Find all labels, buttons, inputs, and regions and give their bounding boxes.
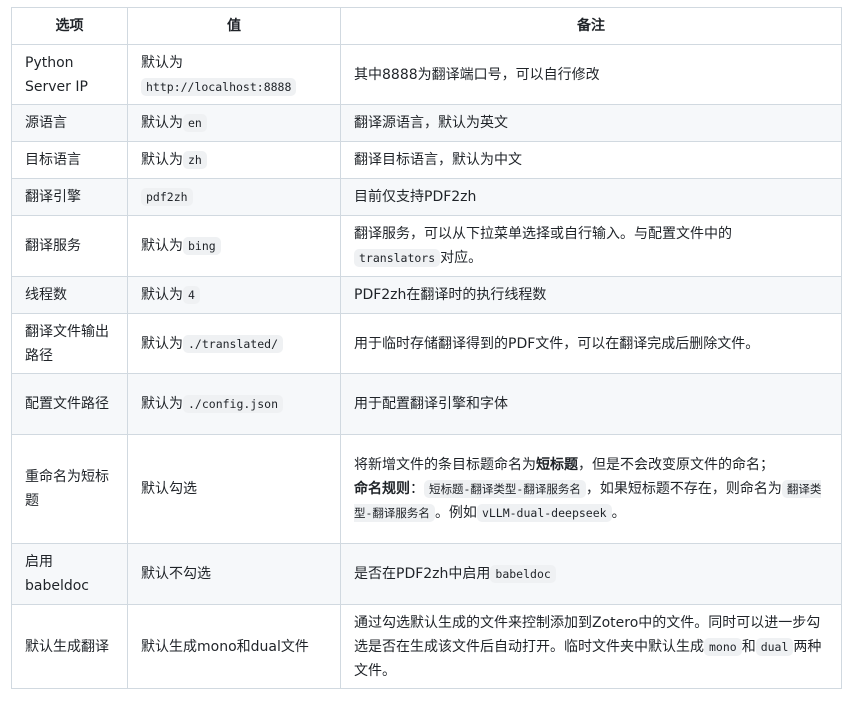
value-code: 4 xyxy=(183,286,200,304)
note-cell: 其中8888为翻译端口号，可以自行修改 xyxy=(340,44,842,105)
note-cell: 用于临时存储翻译得到的PDF文件，可以在翻译完成后删除文件。 xyxy=(340,313,842,374)
header-note: 备注 xyxy=(340,7,842,45)
table-row: 重命名为短标题 默认勾选 将新增文件的条目标题命名为短标题，但是不会改变原文件的… xyxy=(11,434,842,544)
table-row: 线程数 默认为 4 PDF2zh在翻译时的执行线程数 xyxy=(11,276,842,314)
value-cell: 默认不勾选 xyxy=(127,543,341,605)
header-row: 选项 值 备注 xyxy=(11,7,842,45)
note-cell: PDF2zh在翻译时的执行线程数 xyxy=(340,276,842,314)
note-text: 和 xyxy=(741,638,756,655)
rule-code: vLLM-dual-deepseek xyxy=(476,504,612,522)
value-cell: 默认为 4 xyxy=(127,276,341,314)
value-cell: 默认为 zh xyxy=(127,141,341,179)
settings-table: 选项 值 备注 Python Server IP 默认为 http://local… xyxy=(11,7,842,689)
option-cell: 默认生成翻译 xyxy=(11,604,128,689)
option-cell: 配置文件路径 xyxy=(11,373,128,435)
table-row: 目标语言 默认为 zh 翻译目标语言，默认为中文 xyxy=(11,141,842,179)
value-text: 默认为 xyxy=(141,152,183,168)
note-cell: 翻译目标语言，默认为中文 xyxy=(340,141,842,179)
table-row: 翻译服务 默认为 bing 翻译服务，可以从下拉菜单选择或自行输入。与配置文件中的… xyxy=(11,215,842,277)
value-cell: 默认生成mono和dual文件 xyxy=(127,604,341,689)
note-cell: 通过勾选默认生成的文件来控制添加到Zotero中的文件。同时可以进一步勾选是否在… xyxy=(340,604,842,689)
header-value: 值 xyxy=(127,7,341,45)
note-text: 对应。 xyxy=(440,250,483,266)
note-cell: 将新增文件的条目标题命名为短标题，但是不会改变原文件的命名； 命名规则： 短标题-翻… xyxy=(340,434,842,544)
value-code: ./translated/ xyxy=(183,334,284,353)
note-code: dual xyxy=(755,637,794,656)
rule-text: 。 xyxy=(611,505,626,521)
note-cell: 目前仅支持PDF2zh xyxy=(340,178,842,216)
option-cell: 翻译文件输出路径 xyxy=(11,313,128,374)
value-cell: 默认勾选 xyxy=(127,434,341,544)
note-text: 翻译服务，可以从下拉菜单选择或自行输入。与配置文件中的 xyxy=(354,226,732,242)
option-cell: 重命名为短标题 xyxy=(11,434,128,544)
table-row: 翻译引擎 pdf2zh 目前仅支持PDF2zh xyxy=(11,178,842,216)
table-row: 默认生成翻译 默认生成mono和dual文件 通过勾选默认生成的文件来控制添加到… xyxy=(11,604,842,689)
value-code: bing xyxy=(183,237,221,255)
rule-code: 短标题-翻译类型-翻译服务名 xyxy=(424,480,586,498)
table-row: 翻译文件输出路径 默认为 ./translated/ 用于临时存储翻译得到的PDF… xyxy=(11,313,842,374)
table-row: 源语言 默认为 en 翻译源语言，默认为英文 xyxy=(11,104,842,142)
value-cell: 默认为 bing xyxy=(127,215,341,277)
option-cell: 线程数 xyxy=(11,276,128,314)
note-cell: 翻译源语言，默认为英文 xyxy=(340,104,842,142)
value-text: 默认为 xyxy=(141,115,183,131)
value-cell: 默认为 http://localhost:8888 xyxy=(127,44,341,105)
value-text: 默认为 xyxy=(141,238,183,254)
value-text: 默认为 xyxy=(141,396,183,412)
header-option: 选项 xyxy=(11,7,128,45)
note-cell: 翻译服务，可以从下拉菜单选择或自行输入。与配置文件中的 translators 对应… xyxy=(340,215,842,277)
note-text: 是否在PDF2zh中启用 xyxy=(354,566,491,582)
option-cell: Python Server IP xyxy=(11,44,128,105)
note-code: mono xyxy=(704,637,742,656)
rule-text: ，如果短标题不存在，则命名为 xyxy=(585,481,782,497)
value-code: zh xyxy=(183,151,207,169)
value-code: pdf2zh xyxy=(141,188,193,206)
option-cell: 启用babeldoc xyxy=(11,543,128,605)
value-cell: 默认为 ./translated/ xyxy=(127,313,341,374)
value-text: 默认为 xyxy=(141,287,183,303)
option-cell: 翻译引擎 xyxy=(11,178,128,216)
note-bold: 短标题 xyxy=(536,457,578,473)
value-cell: 默认为 en xyxy=(127,104,341,142)
rule-colon: ： xyxy=(410,481,424,497)
note-text: 将新增文件的条目标题命名为 xyxy=(354,457,536,473)
value-text: 默认为 xyxy=(141,335,183,352)
rule-text: 。例如 xyxy=(434,505,477,521)
value-code: ./config.json xyxy=(183,395,284,413)
option-cell: 翻译服务 xyxy=(11,215,128,277)
rule-label: 命名规则 xyxy=(354,481,410,497)
note-code: babeldoc xyxy=(490,565,556,583)
value-code: http://localhost:8888 xyxy=(141,77,297,96)
value-code: en xyxy=(183,114,207,132)
note-cell: 是否在PDF2zh中启用 babeldoc xyxy=(340,543,842,605)
table-row: 启用babeldoc 默认不勾选 是否在PDF2zh中启用 babeldoc xyxy=(11,543,842,605)
option-cell: 源语言 xyxy=(11,104,128,142)
table-row: 配置文件路径 默认为 ./config.json 用于配置翻译引擎和字体 xyxy=(11,373,842,435)
value-cell: pdf2zh xyxy=(127,178,341,216)
note-cell: 用于配置翻译引擎和字体 xyxy=(340,373,842,435)
table-row: Python Server IP 默认为 http://localhost:888… xyxy=(11,44,842,105)
note-text: ，但是不会改变原文件的命名； xyxy=(578,457,774,473)
value-cell: 默认为 ./config.json xyxy=(127,373,341,435)
note-code: translators xyxy=(354,249,441,267)
value-text: 默认为 xyxy=(141,54,183,71)
option-cell: 目标语言 xyxy=(11,141,128,179)
